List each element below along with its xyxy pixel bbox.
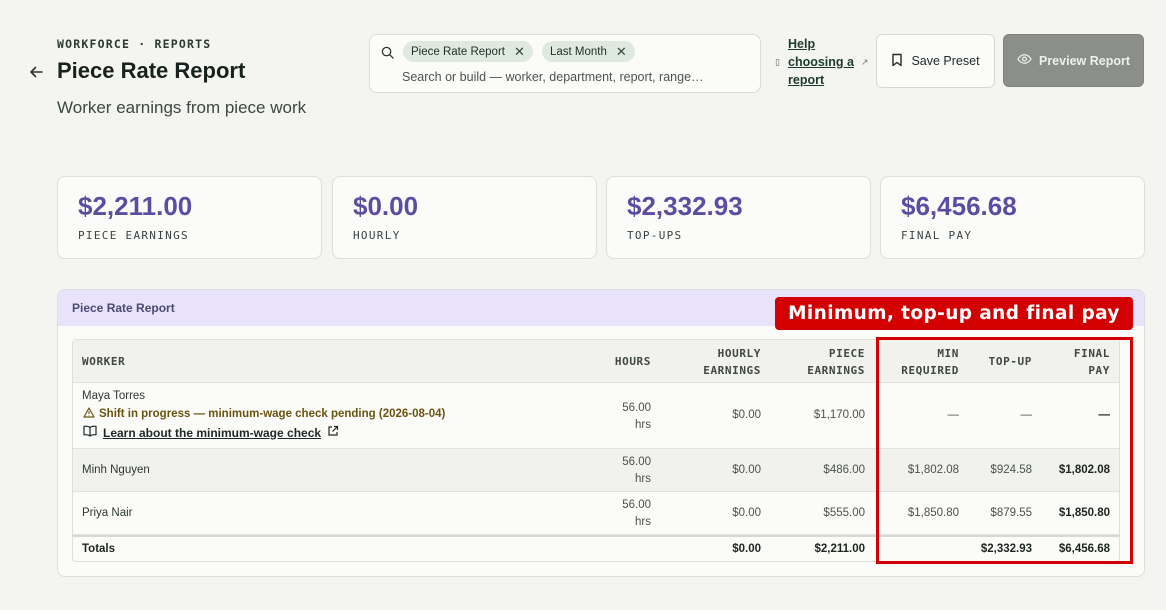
- stat-label: TOP-UPS: [627, 229, 683, 242]
- col-header-line: EARNINGS: [807, 364, 865, 377]
- save-preset-label: Save Preset: [911, 54, 980, 68]
- report-table: WORKER HOURS HOURLY EARNINGS PIECE EARNI…: [72, 339, 1120, 562]
- hourly-cell: $0.00: [732, 409, 761, 421]
- totals-hourly: $0.00: [732, 543, 761, 555]
- top-up-cell: —: [1020, 409, 1033, 421]
- totals-label: Totals: [82, 543, 116, 555]
- stat-value: $2,332.93: [627, 191, 743, 221]
- close-icon[interactable]: ✕: [514, 44, 525, 60]
- totals-piece: $2,211.00: [814, 543, 865, 555]
- col-header-final-pay: FINAL PAY: [1074, 345, 1110, 379]
- stat-label: FINAL PAY: [901, 229, 973, 242]
- book-icon: ▯: [775, 57, 780, 67]
- min-required-cell: —: [947, 409, 960, 421]
- final-pay-cell: $1,802.08: [1058, 464, 1110, 476]
- worker-name: Priya Nair: [82, 507, 133, 519]
- chip-label: Last Month: [550, 45, 607, 58]
- col-header-hours: HOURS: [614, 355, 651, 368]
- min-wage-help-link[interactable]: Learn about the minimum-wage check: [83, 425, 339, 440]
- hours-value: 56.00: [622, 402, 651, 414]
- top-up-cell: $879.55: [990, 507, 1032, 519]
- hours-cell: 56.00 hrs: [622, 454, 651, 488]
- shift-warning: Shift in progress — minimum-wage check p…: [83, 407, 445, 421]
- final-pay-cell: $1,850.80: [1058, 507, 1110, 519]
- col-header-line: REQUIRED: [901, 364, 959, 377]
- hours-cell: 56.00 hrs: [622, 400, 651, 434]
- stat-card-top-ups: $2,332.93 TOP-UPS: [606, 176, 871, 259]
- page-title: Piece Rate Report: [57, 58, 246, 83]
- preview-report-button[interactable]: Preview Report: [1003, 34, 1144, 87]
- hours-value: 56.00: [622, 499, 651, 511]
- hours-value: 56.00: [622, 456, 651, 468]
- search-input[interactable]: [402, 68, 752, 86]
- stat-label: HOURLY: [353, 229, 401, 242]
- col-header-line: HOURLY: [717, 347, 761, 360]
- eye-icon: [1017, 53, 1032, 68]
- page-subtitle: Worker earnings from piece work: [57, 98, 307, 117]
- filter-chip-range[interactable]: Last Month ✕: [542, 41, 635, 62]
- min-required-cell: $1,802.08: [907, 464, 959, 476]
- hours-unit: hrs: [635, 419, 651, 431]
- hours-unit: hrs: [635, 516, 651, 528]
- worker-name: Minh Nguyen: [82, 464, 150, 476]
- stat-card-hourly: $0.00 HOURLY: [332, 176, 597, 259]
- worker-name: Maya Torres: [82, 390, 146, 402]
- search-icon: [381, 46, 394, 64]
- external-link-icon: [327, 425, 339, 440]
- col-header-piece-earnings: PIECE EARNINGS: [807, 345, 865, 379]
- stat-value: $0.00: [353, 191, 419, 221]
- bookmark-icon: [891, 53, 903, 70]
- report-panel-title: Piece Rate Report: [72, 301, 175, 315]
- save-preset-button[interactable]: Save Preset: [876, 34, 995, 88]
- piece-cell: $1,170.00: [813, 409, 865, 421]
- learn-link-text: Learn about the minimum-wage check: [103, 425, 322, 440]
- search-box[interactable]: Piece Rate Report ✕ Last Month ✕: [369, 34, 761, 93]
- hourly-cell: $0.00: [732, 507, 761, 519]
- piece-cell: $486.00: [823, 464, 865, 476]
- hourly-cell: $0.00: [732, 464, 761, 476]
- breadcrumb: WORKFORCE · REPORTS: [57, 37, 212, 51]
- stat-value: $2,211.00: [78, 191, 193, 221]
- col-header-line: PAY: [1088, 364, 1110, 377]
- stat-card-piece-earnings: $2,211.00 PIECE EARNINGS: [57, 176, 322, 259]
- totals-final-pay: $6,456.68: [1058, 543, 1110, 555]
- warning-text: Shift in progress — minimum-wage check p…: [99, 408, 446, 420]
- help-link[interactable]: Help choosing a report: [788, 35, 860, 89]
- external-link-icon: ↗: [861, 57, 869, 67]
- book-open-icon: [83, 425, 97, 440]
- final-pay-cell: —: [1098, 409, 1111, 421]
- min-required-cell: $1,850.80: [907, 507, 959, 519]
- back-arrow-icon[interactable]: [26, 62, 46, 82]
- col-header-line: MIN: [937, 347, 959, 360]
- totals-row: Totals $0.00 $2,211.00 $2,332.93 $6,456.…: [73, 535, 1119, 562]
- col-header-line: PIECE: [828, 347, 865, 360]
- warning-icon: [83, 407, 95, 421]
- stat-value: $6,456.68: [901, 191, 1017, 221]
- close-icon[interactable]: ✕: [616, 44, 627, 60]
- filter-chip-report[interactable]: Piece Rate Report ✕: [403, 41, 533, 62]
- col-header-hourly-earnings: HOURLY EARNINGS: [703, 345, 761, 379]
- col-header-line: FINAL: [1073, 347, 1110, 360]
- totals-top-up: $2,332.93: [980, 543, 1032, 555]
- stat-card-final-pay: $6,456.68 FINAL PAY: [880, 176, 1145, 259]
- piece-cell: $555.00: [823, 507, 865, 519]
- hours-cell: 56.00 hrs: [622, 497, 651, 531]
- preview-report-label: Preview Report: [1038, 53, 1130, 68]
- col-header-worker: WORKER: [82, 355, 126, 368]
- top-up-cell: $924.58: [990, 464, 1032, 476]
- table-row[interactable]: Minh Nguyen 56.00 hrs $0.00 $486.00 $1,8…: [73, 449, 1119, 492]
- chip-label: Piece Rate Report: [411, 45, 505, 58]
- col-header-line: EARNINGS: [703, 364, 761, 377]
- table-header-row: WORKER HOURS HOURLY EARNINGS PIECE EARNI…: [73, 340, 1119, 383]
- stat-label: PIECE EARNINGS: [78, 229, 189, 242]
- hours-unit: hrs: [635, 473, 651, 485]
- col-header-min-required: MIN REQUIRED: [901, 345, 959, 379]
- table-row[interactable]: Maya Torres Shift in progress — minimum-…: [73, 383, 1119, 449]
- table-row[interactable]: Priya Nair 56.00 hrs $0.00 $555.00 $1,85…: [73, 492, 1119, 535]
- annotation-label: Minimum, top-up and final pay: [775, 297, 1133, 330]
- col-header-top-up: TOP-UP: [988, 355, 1032, 368]
